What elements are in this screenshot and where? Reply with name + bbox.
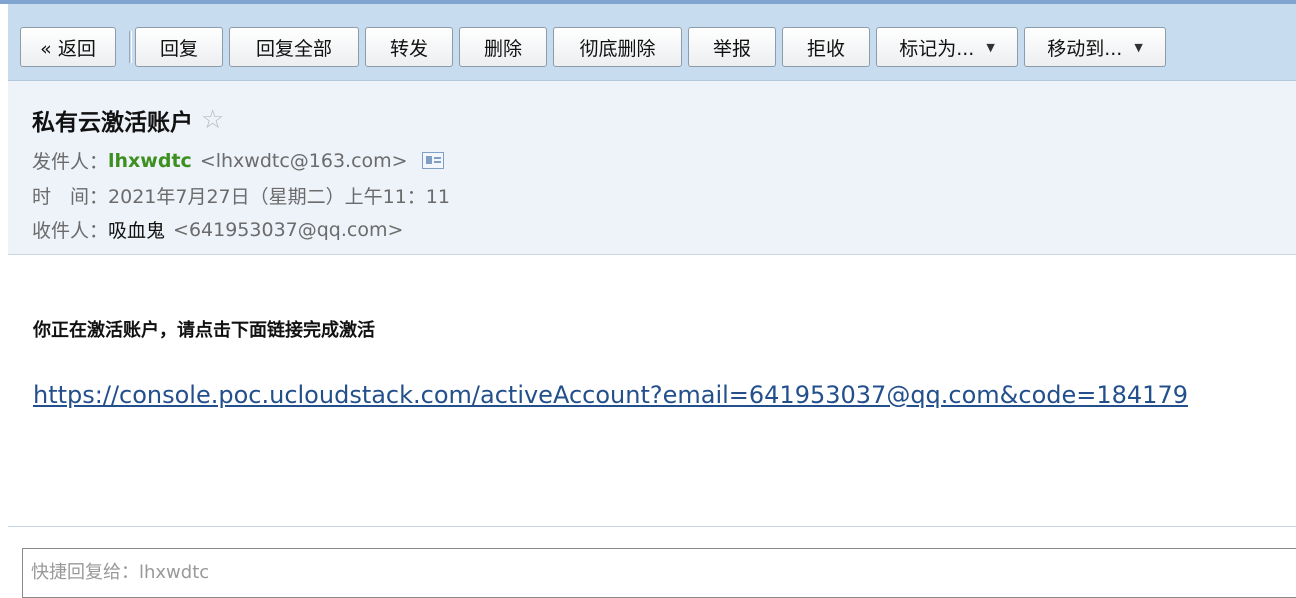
- activation-link[interactable]: https://console.poc.ucloudstack.com/acti…: [33, 381, 1188, 409]
- back-button-label: « 返回: [40, 37, 96, 60]
- sender-row: 发件人： lhxwdtc <lhxwdtc@163.com>: [32, 147, 444, 174]
- email-body-text: 你正在激活账户，请点击下面链接完成激活: [33, 320, 375, 341]
- time-value: 2021年7月27日（星期二）上午11：11: [108, 186, 450, 208]
- delete-permanent-button[interactable]: 彻底删除: [553, 27, 682, 67]
- report-button-label: 举报: [712, 37, 751, 60]
- toolbar-separator: [129, 31, 132, 63]
- forward-button-label: 转发: [389, 37, 428, 60]
- recipient-row: 收件人： 吸血鬼 <641953037@qq.com>: [32, 216, 403, 243]
- forward-button[interactable]: 转发: [365, 27, 453, 67]
- time-label: 时 间：: [32, 186, 109, 208]
- move-to-dropdown-label: 移动到...: [1047, 37, 1123, 60]
- reply-button-label: 回复: [159, 37, 198, 60]
- reject-button[interactable]: 拒收: [782, 27, 870, 67]
- email-subject-text: 私有云激活账户: [32, 110, 193, 136]
- report-button[interactable]: 举报: [688, 27, 776, 67]
- delete-button[interactable]: 删除: [459, 27, 547, 67]
- reply-all-button-label: 回复全部: [255, 37, 332, 60]
- recipient-name: 吸血鬼: [108, 220, 166, 242]
- quick-reply-input[interactable]: 快捷回复给：lhxwdtc: [22, 548, 1296, 598]
- sender-name[interactable]: lhxwdtc: [108, 150, 192, 172]
- reply-button[interactable]: 回复: [135, 27, 223, 67]
- email-subject: 私有云激活账户 ☆: [32, 103, 224, 137]
- back-button[interactable]: « 返回: [20, 27, 116, 67]
- content-divider: [8, 526, 1296, 527]
- email-header: 私有云激活账户 ☆ 发件人： lhxwdtc <lhxwdtc@163.com>…: [8, 81, 1296, 255]
- move-to-dropdown[interactable]: 移动到... ▼: [1024, 27, 1166, 67]
- time-row: 时 间： 2021年7月27日（星期二）上午11：11: [32, 182, 450, 209]
- sender-address: <lhxwdtc@163.com>: [199, 149, 408, 172]
- star-outline-icon[interactable]: ☆: [201, 105, 224, 135]
- contact-card-icon[interactable]: [421, 152, 444, 169]
- reply-all-button[interactable]: 回复全部: [229, 27, 359, 67]
- reject-button-label: 拒收: [806, 37, 845, 60]
- recipient-address: <641953037@qq.com>: [173, 218, 404, 241]
- delete-button-label: 删除: [483, 37, 522, 60]
- mark-as-dropdown-label: 标记为...: [899, 37, 975, 60]
- mail-toolbar: « 返回 回复 回复全部 转发 删除 彻底删除 举报 拒收 标记为... ▼ 移…: [8, 4, 1296, 81]
- mark-as-dropdown[interactable]: 标记为... ▼: [876, 27, 1018, 67]
- triangle-down-icon: ▼: [1134, 40, 1143, 54]
- sender-label: 发件人：: [32, 151, 109, 173]
- delete-permanent-button-label: 彻底删除: [579, 37, 656, 60]
- triangle-down-icon: ▼: [986, 40, 995, 54]
- recipient-label: 收件人：: [32, 220, 109, 242]
